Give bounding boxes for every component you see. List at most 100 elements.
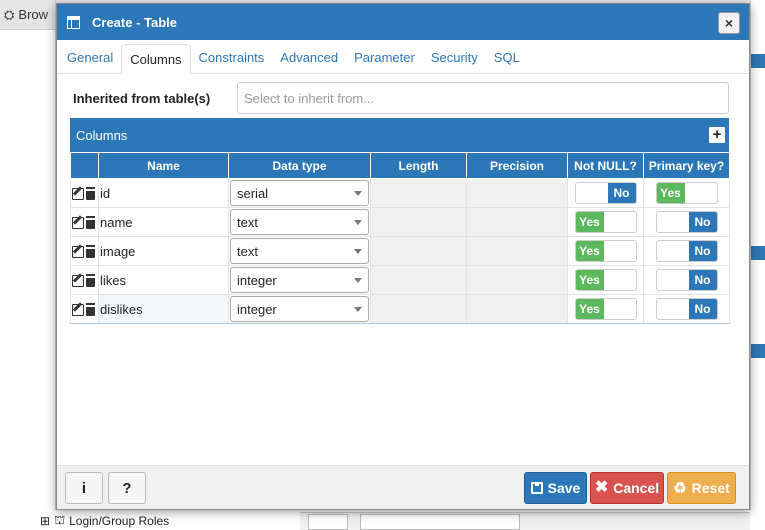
primary-key-toggle[interactable]: Yes [655, 182, 718, 204]
tab-general[interactable]: General [59, 43, 121, 73]
edit-icon[interactable] [72, 188, 84, 201]
column-name-cell[interactable]: name [98, 207, 229, 237]
toggle-yes: Yes [575, 299, 604, 319]
not-null-toggle[interactable]: Yes [574, 269, 637, 291]
column-header-not-null: Not NULL? [567, 152, 644, 179]
not-null-cell: No [567, 178, 644, 208]
primary-key-cell: No [643, 207, 730, 237]
floppy-disk-icon [530, 482, 543, 494]
tab-constraints[interactable]: Constraints [191, 43, 273, 73]
primary-key-toggle[interactable]: No [655, 269, 718, 291]
row-actions [70, 294, 99, 324]
toggle-yes: Yes [575, 270, 604, 290]
primary-key-cell: No [643, 265, 730, 295]
toggle-track [657, 241, 689, 261]
close-button[interactable]: × [718, 12, 740, 34]
column-header-data-type: Data type [228, 152, 371, 179]
row-actions [70, 236, 99, 266]
data-type-cell: integer [228, 294, 371, 324]
save-button[interactable]: Save [524, 472, 587, 504]
table-header-row: Name Data type Length Precision Not NULL… [70, 152, 730, 179]
toggle-no: No [607, 183, 636, 203]
toggle-yes: Yes [575, 212, 604, 232]
edit-icon[interactable] [72, 275, 84, 288]
primary-key-toggle[interactable]: No [655, 240, 718, 262]
trash-icon[interactable] [86, 188, 95, 200]
trash-icon[interactable] [86, 217, 95, 229]
refresh-button[interactable] [308, 513, 348, 530]
toggle-track [604, 270, 636, 290]
table-row: name text Yes No [70, 207, 730, 237]
primary-key-toggle[interactable]: No [655, 211, 718, 233]
primary-key-cell: No [643, 236, 730, 266]
column-name-cell[interactable]: image [98, 236, 229, 266]
reset-label: Reset [691, 480, 730, 496]
browser-panel: ⛭ Brow [0, 0, 56, 530]
data-type-value: text [237, 243, 258, 259]
tab-columns[interactable]: Columns [121, 44, 191, 74]
toggle-track [604, 241, 636, 261]
caret-down-icon [354, 277, 362, 283]
caret-down-icon [354, 190, 362, 196]
data-type-select[interactable]: text [230, 209, 369, 235]
search-field[interactable] [360, 513, 520, 530]
trash-icon[interactable] [86, 246, 95, 258]
panel-stripe [751, 54, 765, 68]
inherit-label: Inherited from table(s) [73, 90, 211, 106]
not-null-toggle[interactable]: Yes [574, 211, 637, 233]
not-null-toggle[interactable]: Yes [574, 240, 637, 262]
data-type-value: serial [237, 185, 269, 201]
toggle-track [657, 270, 689, 290]
data-type-cell: integer [228, 265, 371, 295]
precision-cell [466, 294, 568, 324]
not-null-toggle[interactable]: No [574, 182, 637, 204]
trash-icon[interactable] [86, 275, 95, 287]
not-null-toggle[interactable]: Yes [574, 298, 637, 320]
tab-advanced[interactable]: Advanced [272, 43, 346, 73]
add-column-button[interactable]: + [709, 127, 725, 143]
save-label: Save [547, 480, 581, 496]
info-button[interactable]: i [65, 472, 103, 504]
table-row: dislikes integer Yes No [70, 294, 730, 324]
tree-item-login-group-roles[interactable]: ⊞ ⛫ Login/Group Roles [40, 513, 169, 529]
column-name-cell[interactable]: dislikes [98, 294, 229, 324]
expand-icon[interactable]: ⊞ [40, 514, 50, 528]
column-header-actions [70, 152, 99, 179]
precision-cell [466, 207, 568, 237]
column-name-cell[interactable]: id [98, 178, 229, 208]
help-button[interactable]: ? [108, 472, 146, 504]
tab-security[interactable]: Security [423, 43, 486, 73]
data-type-select[interactable]: integer [230, 296, 369, 322]
tab-parameter[interactable]: Parameter [346, 43, 423, 73]
caret-down-icon [354, 306, 362, 312]
inherit-select-input[interactable] [237, 82, 729, 114]
binoculars-icon: ⛭ [4, 6, 15, 22]
not-null-cell: Yes [567, 265, 644, 295]
toggle-track [604, 299, 636, 319]
data-type-select[interactable]: integer [230, 267, 369, 293]
caret-down-icon [354, 248, 362, 254]
not-null-cell: Yes [567, 294, 644, 324]
reset-button[interactable]: ♻ Reset [667, 472, 736, 504]
column-name-cell[interactable]: likes [98, 265, 229, 295]
tab-sql[interactable]: SQL [486, 43, 528, 73]
edit-icon[interactable] [72, 246, 84, 259]
precision-cell [466, 236, 568, 266]
trash-icon[interactable] [86, 304, 95, 316]
table-row: likes integer Yes No [70, 265, 730, 295]
columns-grid-header: Columns + [70, 118, 729, 152]
table-row: image text Yes No [70, 236, 730, 266]
data-type-select[interactable]: text [230, 238, 369, 264]
browser-panel-header: ⛭ Brow [0, 0, 55, 30]
edit-icon[interactable] [72, 217, 84, 230]
primary-key-toggle[interactable]: No [655, 298, 718, 320]
not-null-cell: Yes [567, 236, 644, 266]
row-actions [70, 207, 99, 237]
edit-icon[interactable] [72, 304, 84, 317]
data-type-select[interactable]: serial [230, 180, 369, 206]
cancel-button[interactable]: ✖ Cancel [590, 472, 664, 504]
columns-table-body: id serial No Yes name text Yes No image … [70, 178, 730, 324]
close-icon: ✖ [594, 479, 609, 496]
create-table-dialog: Create - Table × General Columns Constra… [56, 3, 750, 510]
column-header-name: Name [98, 152, 229, 179]
